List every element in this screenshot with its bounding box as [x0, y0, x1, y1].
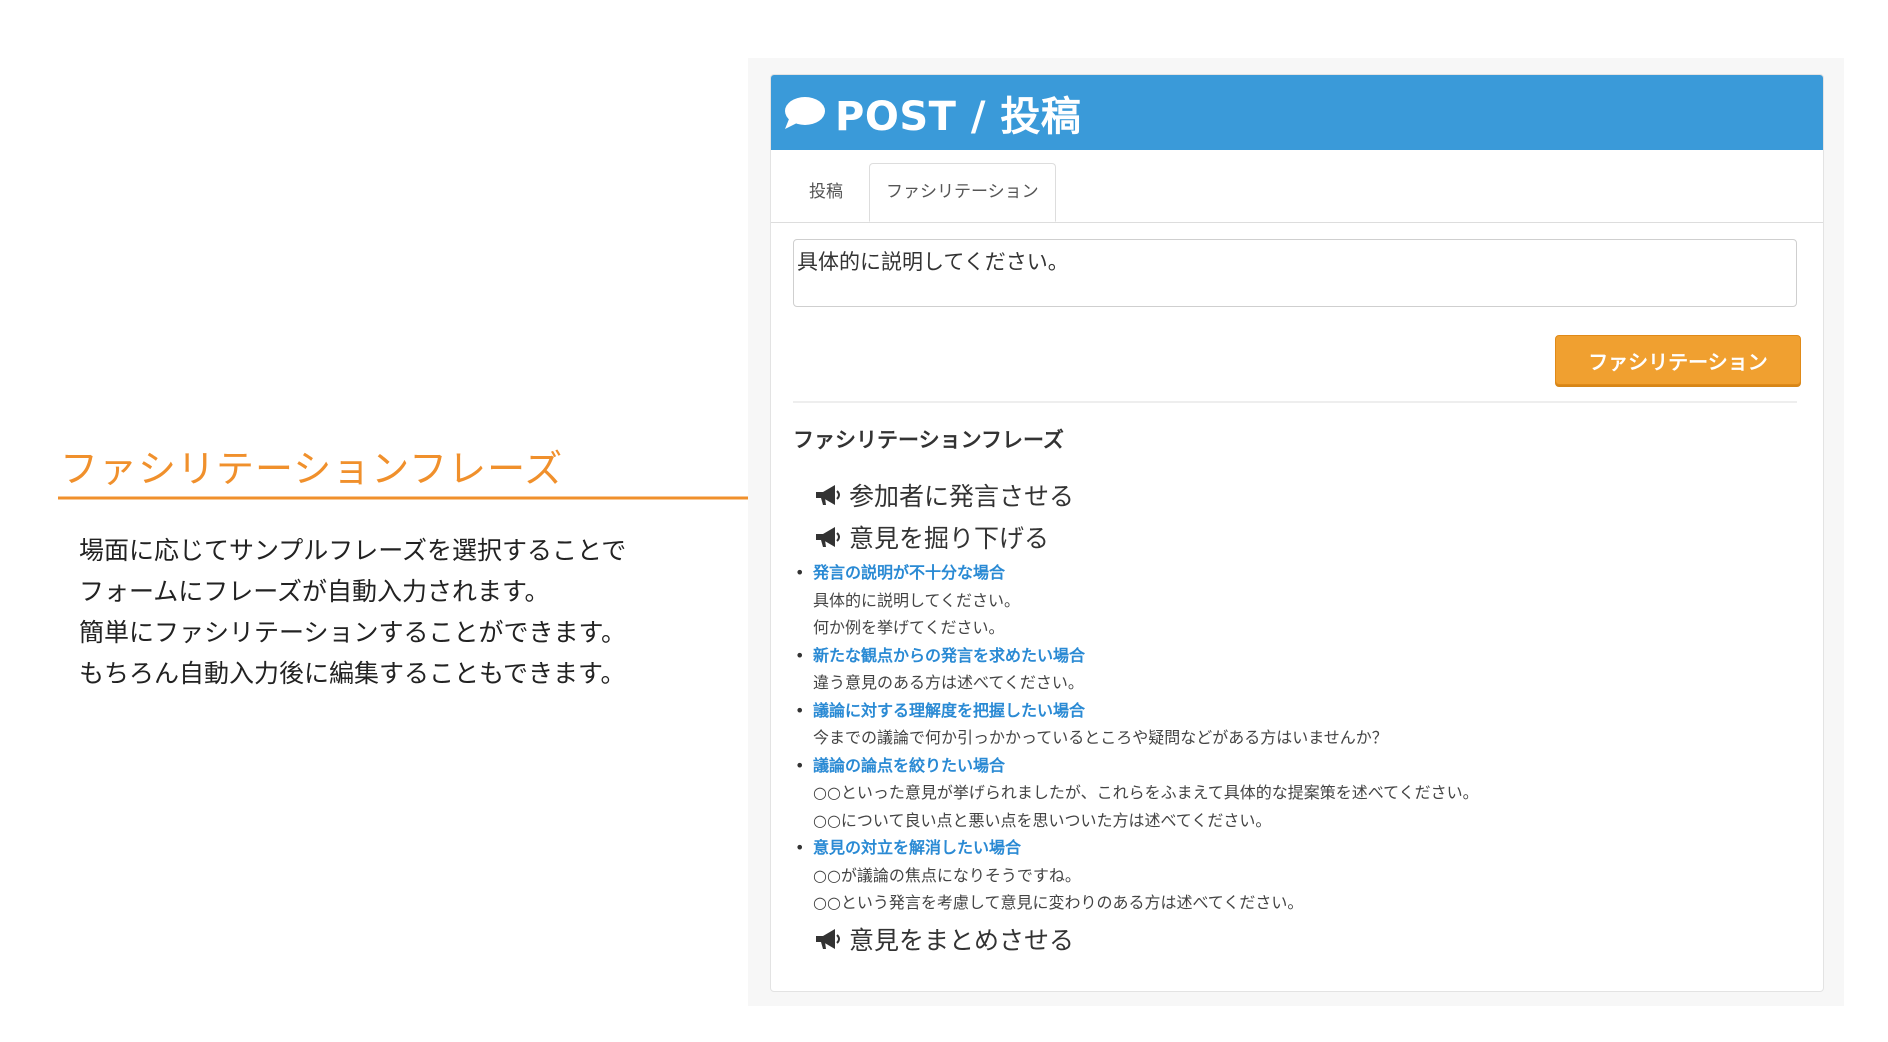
example-phrase[interactable]: ○○が議論の焦点になりそうですね。 — [813, 862, 1793, 890]
panel-header: POST / 投稿 — [771, 75, 1823, 150]
example-phrase[interactable]: 違う意見のある方は述べてください。 — [813, 669, 1793, 697]
megaphone-icon — [816, 929, 840, 949]
megaphone-icon — [816, 527, 840, 547]
phrases-heading: ファシリテーションフレーズ — [793, 428, 1064, 452]
situation-item: • 意見の対立を解消したい場合 ○○が議論の焦点になりそうですね。 ○○という発… — [793, 834, 1793, 917]
group-label: 意見を掘り下げる — [849, 524, 1050, 553]
post-panel: POST / 投稿 投稿 ファシリテーション 具体的に説明してください。 ファシ… — [770, 74, 1824, 992]
example-phrase[interactable]: 今までの議論で何か引っかかっているところや疑問などがある方はいませんか？ — [813, 724, 1793, 752]
situation-link[interactable]: 新たな観点からの発言を求めたい場合 — [813, 642, 1793, 670]
annotation-line: 場面に応じてサンプルフレーズを選択することで — [79, 536, 627, 565]
situation-item: • 議論に対する理解度を把握したい場合 今までの議論で何か引っかかっているところ… — [793, 697, 1793, 752]
annotation-description: 場面に応じてサンプルフレーズを選択することで フォームにフレーズが自動入力されま… — [79, 530, 626, 694]
example-phrase[interactable]: 何か例を挙げてください。 — [813, 614, 1793, 642]
example-phrase[interactable]: 具体的に説明してください。 — [813, 587, 1793, 615]
megaphone-icon — [816, 485, 840, 505]
tab-post[interactable]: 投稿 — [793, 164, 859, 221]
group-participation[interactable]: 参加者に発言させる — [813, 477, 1074, 513]
annotation-line: 簡単にファシリテーションすることができます。 — [79, 618, 627, 647]
facilitation-button[interactable]: ファシリテーション — [1555, 335, 1801, 385]
situation-item: • 議論の論点を絞りたい場合 ○○といった意見が挙げられましたが、これらをふまえ… — [793, 752, 1793, 835]
annotation-line: フォームにフレーズが自動入力されます。 — [79, 577, 550, 606]
situation-item: • 新たな観点からの発言を求めたい場合 違う意見のある方は述べてください。 — [793, 642, 1793, 697]
panel-title: POST / 投稿 — [835, 93, 1082, 140]
situation-item: • 発言の説明が不十分な場合 具体的に説明してください。 何か例を挙げてください… — [793, 559, 1793, 642]
post-textarea[interactable]: 具体的に説明してください。 — [793, 239, 1797, 307]
example-phrase[interactable]: ○○について良い点と悪い点を思いついた方は述べてください。 — [813, 807, 1793, 835]
tab-bar: 投稿 ファシリテーション — [771, 150, 1823, 223]
example-phrase[interactable]: ○○という発言を考慮して意見に変わりのある方は述べてください。 — [813, 889, 1793, 917]
situation-list: • 発言の説明が不十分な場合 具体的に説明してください。 何か例を挙げてください… — [793, 559, 1793, 917]
group-summarize[interactable]: 意見をまとめさせる — [813, 921, 1074, 957]
situation-link[interactable]: 発言の説明が不十分な場合 — [813, 559, 1793, 587]
situation-link[interactable]: 意見の対立を解消したい場合 — [813, 834, 1793, 862]
example-phrase[interactable]: ○○といった意見が挙げられましたが、これらをふまえて具体的な提案策を述べてくださ… — [813, 779, 1793, 807]
comment-icon — [785, 96, 825, 129]
tab-facilitation[interactable]: ファシリテーション — [869, 163, 1056, 222]
group-label: 意見をまとめさせる — [849, 926, 1075, 955]
annotation-line: もちろん自動入力後に編集することもできます。 — [79, 659, 626, 688]
group-deepen[interactable]: 意見を掘り下げる — [813, 519, 1049, 555]
group-label: 参加者に発言させる — [849, 482, 1075, 511]
situation-link[interactable]: 議論に対する理解度を把握したい場合 — [813, 697, 1793, 725]
divider — [793, 401, 1797, 403]
situation-link[interactable]: 議論の論点を絞りたい場合 — [813, 752, 1793, 780]
